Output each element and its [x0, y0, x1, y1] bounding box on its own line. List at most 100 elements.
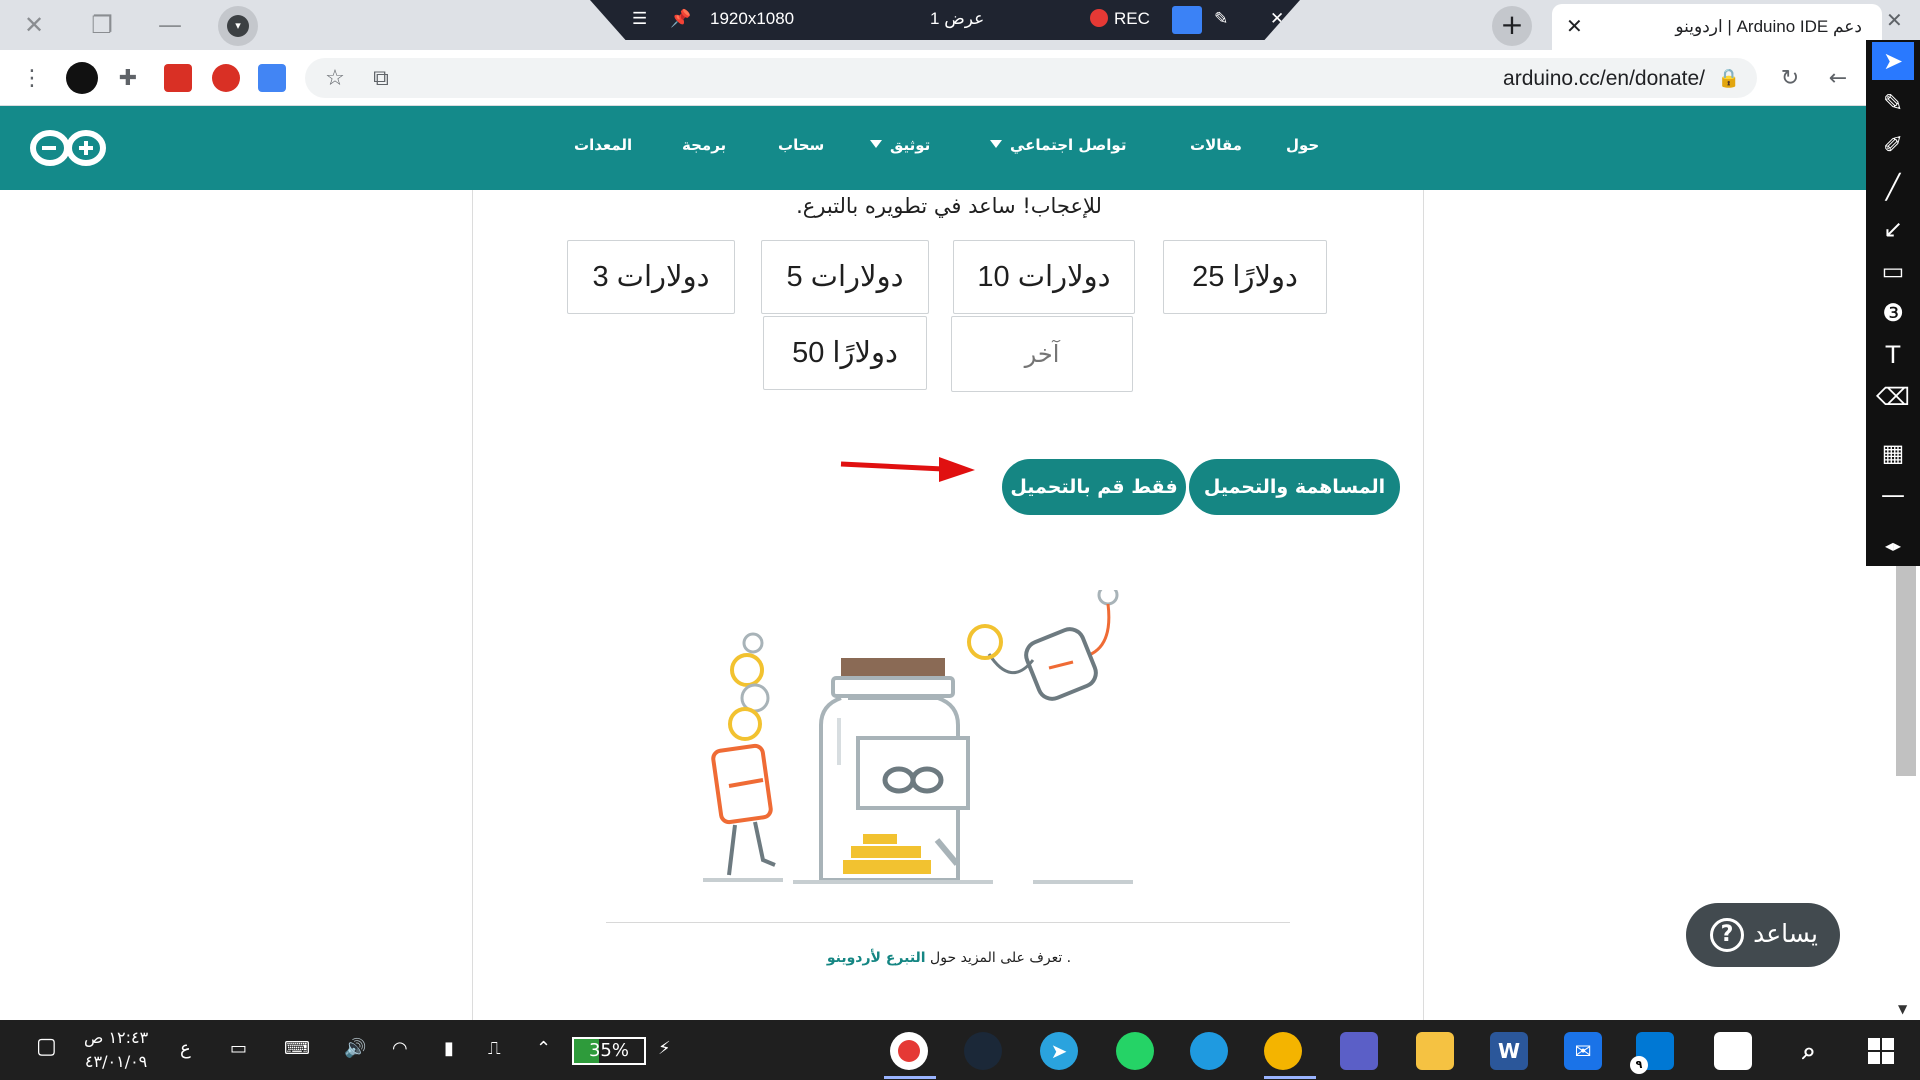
recorder-resolution: 1920x1080 [710, 9, 795, 28]
rectangle-tool-icon[interactable]: ▭ [1872, 252, 1914, 290]
clock-date: ٤٣/٠١/٠٩ [84, 1052, 148, 1071]
nav-cloud[interactable]: سحاب [778, 136, 824, 154]
teams-icon[interactable] [1340, 1032, 1378, 1070]
pencil-tool-icon[interactable]: ✎ [1872, 84, 1914, 122]
line-tool-icon[interactable]: ╱ [1872, 168, 1914, 206]
clock[interactable]: ١٢:٤٣ ص ٤٣/٠١/٠٩ [84, 1026, 148, 1074]
windows-taskbar: ▢ ١٢:٤٣ ص ٤٣/٠١/٠٩ ع ▭ ⌨ 🔊 ◠ ▮ ⎍ ⌃ 35% ⚡… [0, 1020, 1920, 1080]
mail-icon[interactable]: ✉ [1564, 1032, 1602, 1070]
contribute-download-button[interactable]: المساهمة والتحميل [1189, 459, 1400, 515]
text-tool-icon[interactable]: T [1872, 336, 1914, 374]
language-indicator[interactable]: ع [180, 1038, 191, 1059]
donate-section: للإعجاب! ساعد في تطويره بالتبرع. دولارًا… [472, 190, 1424, 1020]
scrollbar-thumb[interactable] [1896, 560, 1916, 776]
amount-5-button[interactable]: دولارات 5 [761, 240, 929, 314]
nav-articles[interactable]: مقالات [1190, 136, 1242, 154]
thickness-tool-icon[interactable]: — [1872, 476, 1914, 514]
camera-icon[interactable] [1172, 6, 1202, 34]
record-status[interactable]: REC [1090, 9, 1150, 29]
amount-10-button[interactable]: دولارات 10 [953, 240, 1135, 314]
arrow-tool-icon[interactable]: ↙ [1872, 210, 1914, 248]
microphone-icon[interactable]: ▮ [444, 1038, 454, 1059]
eraser-tool-icon[interactable]: ⌫ [1872, 378, 1914, 416]
record-dot-icon [1090, 9, 1108, 27]
tablet-icon[interactable]: ▭ [230, 1038, 247, 1059]
marker-tool-icon[interactable]: ✐ [1872, 126, 1914, 164]
close-tab-icon[interactable]: ✕ [1566, 14, 1583, 38]
battery-percent: 35% [588, 1040, 629, 1061]
record-label: REC [1114, 9, 1150, 28]
more-menu-icon[interactable]: ⋮ [18, 64, 46, 92]
nav-documentation-label: توثيق [890, 136, 931, 154]
translate-icon[interactable] [258, 64, 286, 92]
cursor-tool-icon[interactable]: ➤ [1872, 42, 1914, 80]
adblock-icon[interactable] [212, 64, 240, 92]
help-label: يساعد [1753, 919, 1818, 948]
screen: ✕ ❐ — ▾ + ✕ دعم Arduino IDE | اردوينو ☰ … [0, 0, 1920, 1080]
checker-tool-icon[interactable]: ▦ [1872, 434, 1914, 472]
tab-title: دعم Arduino IDE | اردوينو [1675, 17, 1862, 36]
pin-icon[interactable]: 📌 [670, 9, 691, 29]
translate-page-icon[interactable]: ⧉ [367, 64, 395, 92]
back-arrow-icon[interactable]: ← [1824, 64, 1852, 92]
word-icon[interactable]: W [1490, 1032, 1528, 1070]
learn-more-link[interactable]: التبرع لأردوينو [827, 950, 926, 966]
number-tool-icon[interactable]: ❸ [1872, 294, 1914, 332]
restore-window-icon[interactable]: ❐ [76, 8, 128, 42]
url-text[interactable]: arduino.cc/en/donate/ [1503, 67, 1705, 91]
nav-programming[interactable]: برمجة [682, 136, 726, 154]
nav-about[interactable]: حول [1286, 136, 1319, 154]
just-download-button[interactable]: فقط قم بالتحميل [1002, 459, 1186, 515]
menu-icon[interactable]: ☰ [632, 9, 647, 29]
edge-icon[interactable] [1190, 1032, 1228, 1070]
bookmark-star-icon[interactable]: ☆ [321, 64, 349, 92]
close-window-icon[interactable]: ✕ [8, 8, 60, 42]
amount-3-button[interactable]: دولارات 3 [567, 240, 735, 314]
arduino-logo-icon[interactable] [28, 126, 108, 174]
chrome-icon[interactable] [1264, 1032, 1302, 1070]
new-tab-button[interactable]: + [1492, 6, 1532, 46]
phone-link-icon[interactable]: ٩ [1630, 1032, 1674, 1074]
telegram-icon[interactable]: ➤ [1040, 1032, 1078, 1070]
wifi-icon[interactable]: ◠ [392, 1038, 408, 1059]
extensions-icon[interactable]: ✚ [114, 64, 142, 92]
extension-2021-icon[interactable] [164, 64, 192, 92]
show-hidden-icons-icon[interactable]: ⌃ [536, 1038, 551, 1059]
keyboard-icon[interactable]: ⌨ [284, 1038, 310, 1059]
minimize-window-icon[interactable]: — [144, 8, 196, 42]
other-amount-input[interactable] [951, 316, 1133, 392]
address-bar[interactable]: ☆ ⧉ arduino.cc/en/donate/ 🔒 [305, 58, 1757, 98]
expand-panel-icon[interactable]: ◂▸ [1872, 526, 1914, 564]
nav-hardware[interactable]: المعدات [574, 136, 632, 154]
notification-icon[interactable]: ▢ [36, 1034, 57, 1059]
browser-tab-active[interactable]: ✕ دعم Arduino IDE | اردوينو [1552, 4, 1882, 50]
usb-icon[interactable]: ⎍ [488, 1038, 501, 1059]
search-icon[interactable]: ⌕ [1790, 1032, 1828, 1070]
tab-search-button[interactable]: ▾ [218, 6, 258, 46]
amount-50-button[interactable]: دولارًا 50 [763, 316, 927, 390]
file-explorer-icon[interactable] [1416, 1032, 1454, 1070]
amount-25-button[interactable]: دولارًا 25 [1163, 240, 1327, 314]
donation-jar-illustration [703, 590, 1133, 884]
lock-icon[interactable]: 🔒 [1715, 64, 1743, 92]
recorder-app-icon[interactable] [890, 1032, 928, 1070]
recorder-view[interactable]: عرض 1 [930, 9, 984, 29]
steam-icon[interactable] [964, 1032, 1002, 1070]
store-icon[interactable] [1714, 1032, 1752, 1070]
help-button[interactable]: ? يساعد [1686, 903, 1840, 967]
learn-more-text: . تعرف على المزيد حول التبرع لأردوينو [473, 950, 1425, 966]
battery-indicator[interactable]: 35% [572, 1037, 646, 1065]
nav-social[interactable]: تواصل اجتماعي [990, 136, 1126, 154]
whatsapp-icon[interactable] [1116, 1032, 1154, 1070]
browser-toolbar: ⋮ ✚ ☆ ⧉ arduino.cc/en/donate/ 🔒 ↻ ← [0, 50, 1880, 106]
reload-icon[interactable]: ↻ [1776, 64, 1804, 92]
caret-down-icon [870, 140, 882, 148]
nav-documentation[interactable]: توثيق [870, 136, 930, 154]
scroll-down-icon[interactable]: ▼ [1898, 1002, 1907, 1016]
pen-icon[interactable]: ✎ [1214, 9, 1228, 29]
windows-start-icon[interactable] [1862, 1032, 1900, 1070]
close-panel-icon[interactable]: ✕ [1886, 8, 1903, 32]
volume-icon[interactable]: 🔊 [344, 1038, 366, 1059]
question-icon: ? [1710, 918, 1744, 952]
profile-avatar[interactable] [66, 62, 98, 94]
